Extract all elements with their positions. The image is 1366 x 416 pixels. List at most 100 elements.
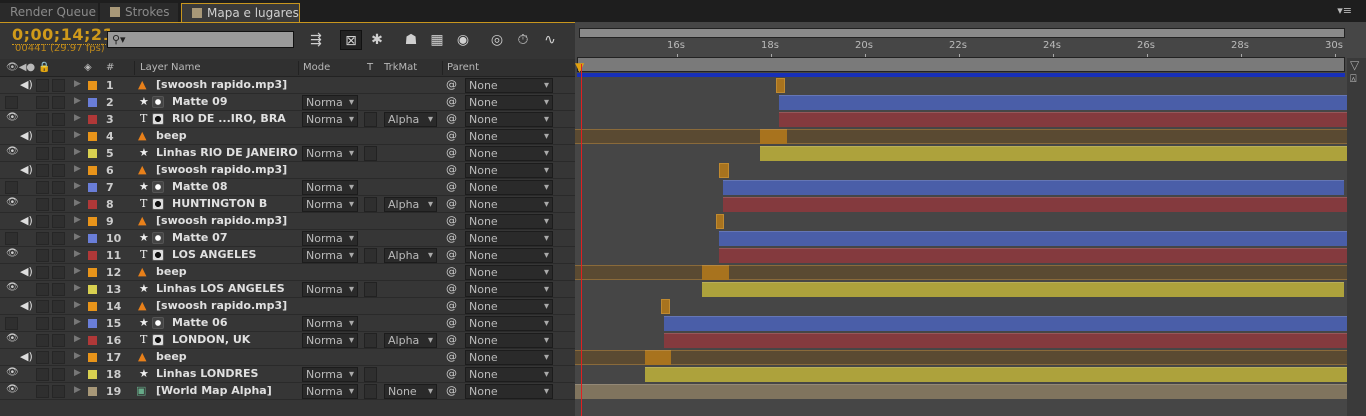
parent-pickwhip-icon[interactable]: @ bbox=[446, 384, 457, 397]
parent-dropdown[interactable]: None bbox=[465, 282, 553, 297]
current-time-display[interactable]: 0;00;14;21 bbox=[12, 25, 115, 45]
layer-name[interactable]: [swoosh rapido.mp3] bbox=[156, 299, 287, 312]
layer-duration-bar[interactable] bbox=[701, 282, 1345, 297]
header-trkmat[interactable]: TrkMat bbox=[384, 62, 417, 73]
blend-mode-dropdown[interactable]: Norma bbox=[302, 180, 358, 195]
parent-dropdown[interactable]: None bbox=[465, 265, 553, 280]
audio-active-block[interactable] bbox=[645, 350, 671, 365]
solo-toggle[interactable] bbox=[36, 79, 49, 92]
preserve-transparency-checkbox[interactable] bbox=[364, 197, 377, 212]
visibility-toggle[interactable] bbox=[5, 181, 18, 194]
expand-triangle-icon[interactable]: ▶ bbox=[74, 198, 81, 208]
solo-toggle[interactable] bbox=[36, 198, 49, 211]
parent-pickwhip-icon[interactable]: @ bbox=[446, 299, 457, 312]
parent-pickwhip-icon[interactable]: @ bbox=[446, 316, 457, 329]
layer-row[interactable]: 👁 ▶ 3 T RIO DE ...IRO, BRA Norma Alpha @ None bbox=[0, 111, 575, 128]
layer-row[interactable]: 👁 ▶ 11 T LOS ANGELES Norma Alpha @ None bbox=[0, 247, 575, 264]
layer-row[interactable]: 👁 ▶ 5 ★ Linhas RIO DE JANEIRO Norma @ None bbox=[0, 145, 575, 162]
label-color-swatch[interactable] bbox=[88, 132, 97, 141]
parent-pickwhip-icon[interactable]: @ bbox=[446, 163, 457, 176]
label-color-swatch[interactable] bbox=[88, 166, 97, 175]
time-navigator[interactable] bbox=[579, 28, 1345, 38]
layer-name[interactable]: Matte 06 bbox=[172, 316, 227, 329]
expand-triangle-icon[interactable]: ▶ bbox=[74, 79, 81, 89]
expand-triangle-icon[interactable]: ▶ bbox=[74, 368, 81, 378]
visibility-eye-icon[interactable]: 👁 bbox=[6, 197, 19, 208]
preserve-transparency-checkbox[interactable] bbox=[364, 384, 377, 399]
expand-triangle-icon[interactable]: ▶ bbox=[74, 385, 81, 395]
label-color-swatch[interactable] bbox=[88, 387, 97, 396]
tab-mapa-e-lugares[interactable]: Mapa e lugares × bbox=[181, 3, 300, 39]
solo-toggle[interactable] bbox=[36, 164, 49, 177]
layer-row[interactable]: 👁 ▶ 18 ★ Linhas LONDRES Norma @ None bbox=[0, 366, 575, 383]
solo-toggle[interactable] bbox=[36, 249, 49, 262]
label-color-swatch[interactable] bbox=[88, 353, 97, 362]
expand-triangle-icon[interactable]: ▶ bbox=[74, 249, 81, 259]
header-layer-name[interactable]: Layer Name bbox=[140, 62, 201, 73]
label-color-swatch[interactable] bbox=[88, 285, 97, 294]
solo-toggle[interactable] bbox=[36, 232, 49, 245]
layer-duration-bar[interactable] bbox=[718, 231, 1347, 246]
parent-dropdown[interactable]: None bbox=[465, 78, 553, 93]
layer-row[interactable]: ◀) ▶ 17 ▲ beep @ None bbox=[0, 349, 575, 366]
expand-triangle-icon[interactable]: ▶ bbox=[74, 266, 81, 276]
layer-name[interactable]: [World Map Alpha] bbox=[156, 384, 272, 397]
lock-toggle[interactable] bbox=[52, 215, 65, 228]
layer-duration-bar[interactable] bbox=[663, 333, 1347, 348]
expand-triangle-icon[interactable]: ▶ bbox=[74, 283, 81, 293]
layer-row[interactable]: ◀) ▶ 12 ▲ beep @ None bbox=[0, 264, 575, 281]
visibility-eye-icon[interactable]: 👁 bbox=[6, 112, 19, 123]
lock-toggle[interactable] bbox=[52, 130, 65, 143]
label-color-swatch[interactable] bbox=[88, 200, 97, 209]
label-color-swatch[interactable] bbox=[88, 234, 97, 243]
expand-triangle-icon[interactable]: ▶ bbox=[74, 181, 81, 191]
lock-toggle[interactable] bbox=[52, 96, 65, 109]
expand-triangle-icon[interactable]: ▶ bbox=[74, 300, 81, 310]
solo-toggle[interactable] bbox=[36, 147, 49, 160]
parent-pickwhip-icon[interactable]: @ bbox=[446, 146, 457, 159]
blend-mode-dropdown[interactable]: Norma bbox=[302, 146, 358, 161]
parent-pickwhip-icon[interactable]: @ bbox=[446, 350, 457, 363]
parent-pickwhip-icon[interactable]: @ bbox=[446, 214, 457, 227]
parent-dropdown[interactable]: None bbox=[465, 299, 553, 314]
lock-toggle[interactable] bbox=[52, 113, 65, 126]
layer-duration-bar[interactable] bbox=[778, 95, 1347, 110]
motion-blur-icon[interactable]: ▦ bbox=[426, 30, 448, 50]
label-color-swatch[interactable] bbox=[88, 149, 97, 158]
expand-triangle-icon[interactable]: ▶ bbox=[74, 351, 81, 361]
header-mode[interactable]: Mode bbox=[303, 62, 330, 73]
parent-dropdown[interactable]: None bbox=[465, 214, 553, 229]
label-tag-icon[interactable]: ◈ bbox=[84, 62, 92, 73]
search-input[interactable]: ⚲▾ bbox=[107, 31, 294, 48]
track-matte-dropdown[interactable]: Alpha bbox=[384, 248, 437, 263]
layer-name[interactable]: Linhas RIO DE JANEIRO bbox=[156, 146, 298, 159]
layer-name[interactable]: LOS ANGELES bbox=[172, 248, 256, 261]
audio-speaker-icon[interactable]: ◀) bbox=[20, 214, 33, 227]
label-color-swatch[interactable] bbox=[88, 81, 97, 90]
layer-row[interactable]: ◀) ▶ 14 ▲ [swoosh rapido.mp3] @ None bbox=[0, 298, 575, 315]
visibility-eye-icon[interactable]: 👁 bbox=[6, 367, 19, 378]
layer-duration-bar[interactable] bbox=[645, 367, 1347, 382]
solo-toggle[interactable] bbox=[36, 181, 49, 194]
expand-triangle-icon[interactable]: ▶ bbox=[74, 113, 81, 123]
parent-dropdown[interactable]: None bbox=[465, 180, 553, 195]
blend-mode-dropdown[interactable]: Norma bbox=[302, 316, 358, 331]
parent-pickwhip-icon[interactable]: @ bbox=[446, 248, 457, 261]
layer-row[interactable]: ◀) ▶ 6 ▲ [swoosh rapido.mp3] @ None bbox=[0, 162, 575, 179]
parent-dropdown[interactable]: None bbox=[465, 316, 553, 331]
layer-duration-bar[interactable] bbox=[575, 350, 1347, 365]
preserve-transparency-checkbox[interactable] bbox=[364, 333, 377, 348]
label-color-swatch[interactable] bbox=[88, 319, 97, 328]
audio-keyframe-block[interactable] bbox=[716, 214, 724, 229]
layer-duration-bar[interactable] bbox=[718, 248, 1347, 263]
parent-dropdown[interactable]: None bbox=[465, 384, 553, 399]
lock-toggle[interactable] bbox=[52, 181, 65, 194]
parent-dropdown[interactable]: None bbox=[465, 95, 553, 110]
visibility-eye-icon[interactable]: 👁 bbox=[6, 146, 19, 157]
layer-duration-bar[interactable] bbox=[723, 180, 1345, 195]
header-parent[interactable]: Parent bbox=[447, 62, 479, 73]
parent-pickwhip-icon[interactable]: @ bbox=[446, 333, 457, 346]
timeline-scrollbar[interactable]: ▽ ⍓ bbox=[1347, 58, 1366, 416]
playhead-line[interactable] bbox=[581, 64, 582, 416]
lock-toggle[interactable] bbox=[52, 300, 65, 313]
